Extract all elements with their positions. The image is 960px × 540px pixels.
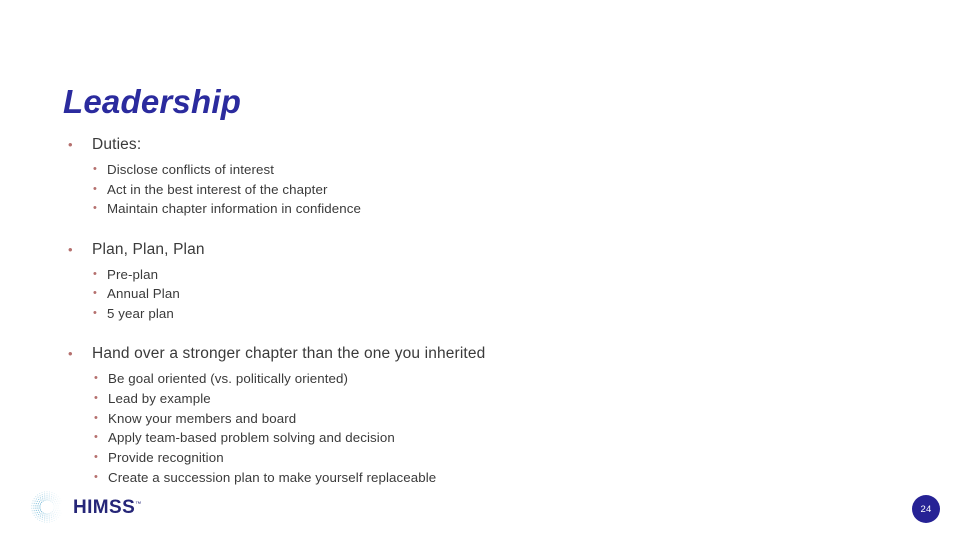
page-title: Leadership <box>63 83 242 120</box>
list-item: • 5 year plan <box>93 304 960 324</box>
himss-logo: HIMSS™ <box>30 490 142 524</box>
sub-bullet-list: • Pre-plan • Annual Plan • 5 year plan <box>0 265 960 324</box>
list-item-label: Annual Plan <box>107 286 180 301</box>
list-item-label: Create a succession plan to make yoursel… <box>108 469 437 485</box>
bullet-marker-icon: • <box>93 163 97 175</box>
bullet-marker-icon: • <box>94 451 98 464</box>
bullet-marker-icon: • <box>93 287 97 299</box>
bullet-marker-icon: • <box>93 202 97 214</box>
list-item-label: Disclose conflicts of interest <box>107 162 275 177</box>
list-item: • Pre-plan <box>93 265 960 285</box>
list-item-label: Know your members and board <box>108 410 297 426</box>
bullet-marker-icon: • <box>94 391 98 404</box>
bullet-marker-icon: • <box>68 137 73 152</box>
list-item-label: Provide recognition <box>108 450 224 466</box>
list-item-label: 5 year plan <box>107 305 174 321</box>
bullet-marker-icon: • <box>94 411 98 424</box>
list-item: • Maintain chapter information in confid… <box>93 199 960 219</box>
slide-canvas: Leadership • Duties: • Disclose conflict… <box>0 0 960 540</box>
list-item: • Know your members and board <box>94 409 960 429</box>
bullet-level1: • Hand over a stronger chapter than the … <box>0 343 960 365</box>
section-heading: Duties: <box>92 136 142 153</box>
list-item: • Be goal oriented (vs. politically orie… <box>94 369 960 389</box>
list-item-label: Pre-plan <box>107 266 159 282</box>
bullet-marker-icon: • <box>93 306 97 319</box>
list-item: • Act in the best interest of the chapte… <box>93 180 960 200</box>
list-item-label: Be goal oriented (vs. politically orient… <box>108 371 349 386</box>
list-item-label: Maintain chapter information in confiden… <box>107 201 362 216</box>
list-item: • Create a succession plan to make yours… <box>94 468 960 488</box>
bullet-level1: • Plan, Plan, Plan <box>0 239 960 261</box>
bullet-level1: • Duties: <box>0 134 960 156</box>
list-item: • Apply team-based problem solving and d… <box>94 428 960 448</box>
list-item-label: Act in the best interest of the chapter <box>107 181 328 197</box>
list-item: • Provide recognition <box>94 448 960 468</box>
content-section-plan: • Plan, Plan, Plan • Pre-plan • Annual P… <box>0 239 960 324</box>
content-section-handover: • Hand over a stronger chapter than the … <box>0 343 960 488</box>
bullet-marker-icon: • <box>93 182 97 195</box>
content-section-duties: • Duties: • Disclose conflicts of intere… <box>0 134 960 219</box>
himss-wordmark: HIMSS™ <box>73 498 142 517</box>
bullet-marker-icon: • <box>94 372 98 384</box>
list-item: • Disclose conflicts of interest <box>93 160 960 180</box>
list-item-label: Lead by example <box>108 390 211 406</box>
slide-body: • Duties: • Disclose conflicts of intere… <box>0 134 960 488</box>
bullet-marker-icon: • <box>68 241 73 257</box>
himss-wordmark-text: HIMSS <box>73 496 136 518</box>
bullet-marker-icon: • <box>93 267 97 280</box>
sub-bullet-list: • Be goal oriented (vs. politically orie… <box>0 369 960 488</box>
himss-dotted-circle-icon <box>31 491 62 523</box>
page-number-badge: 24 <box>912 495 940 523</box>
sub-bullet-list: • Disclose conflicts of interest • Act i… <box>0 160 960 219</box>
list-item: • Lead by example <box>94 389 960 409</box>
trademark-icon: ™ <box>135 501 142 508</box>
section-heading: Plan, Plan, Plan <box>92 240 205 258</box>
bullet-marker-icon: • <box>94 431 98 444</box>
list-item: • Annual Plan <box>93 284 960 304</box>
bullet-marker-icon: • <box>68 346 73 361</box>
section-heading: Hand over a stronger chapter than the on… <box>92 345 486 362</box>
bullet-marker-icon: • <box>94 470 98 483</box>
list-item-label: Apply team-based problem solving and dec… <box>108 430 395 446</box>
